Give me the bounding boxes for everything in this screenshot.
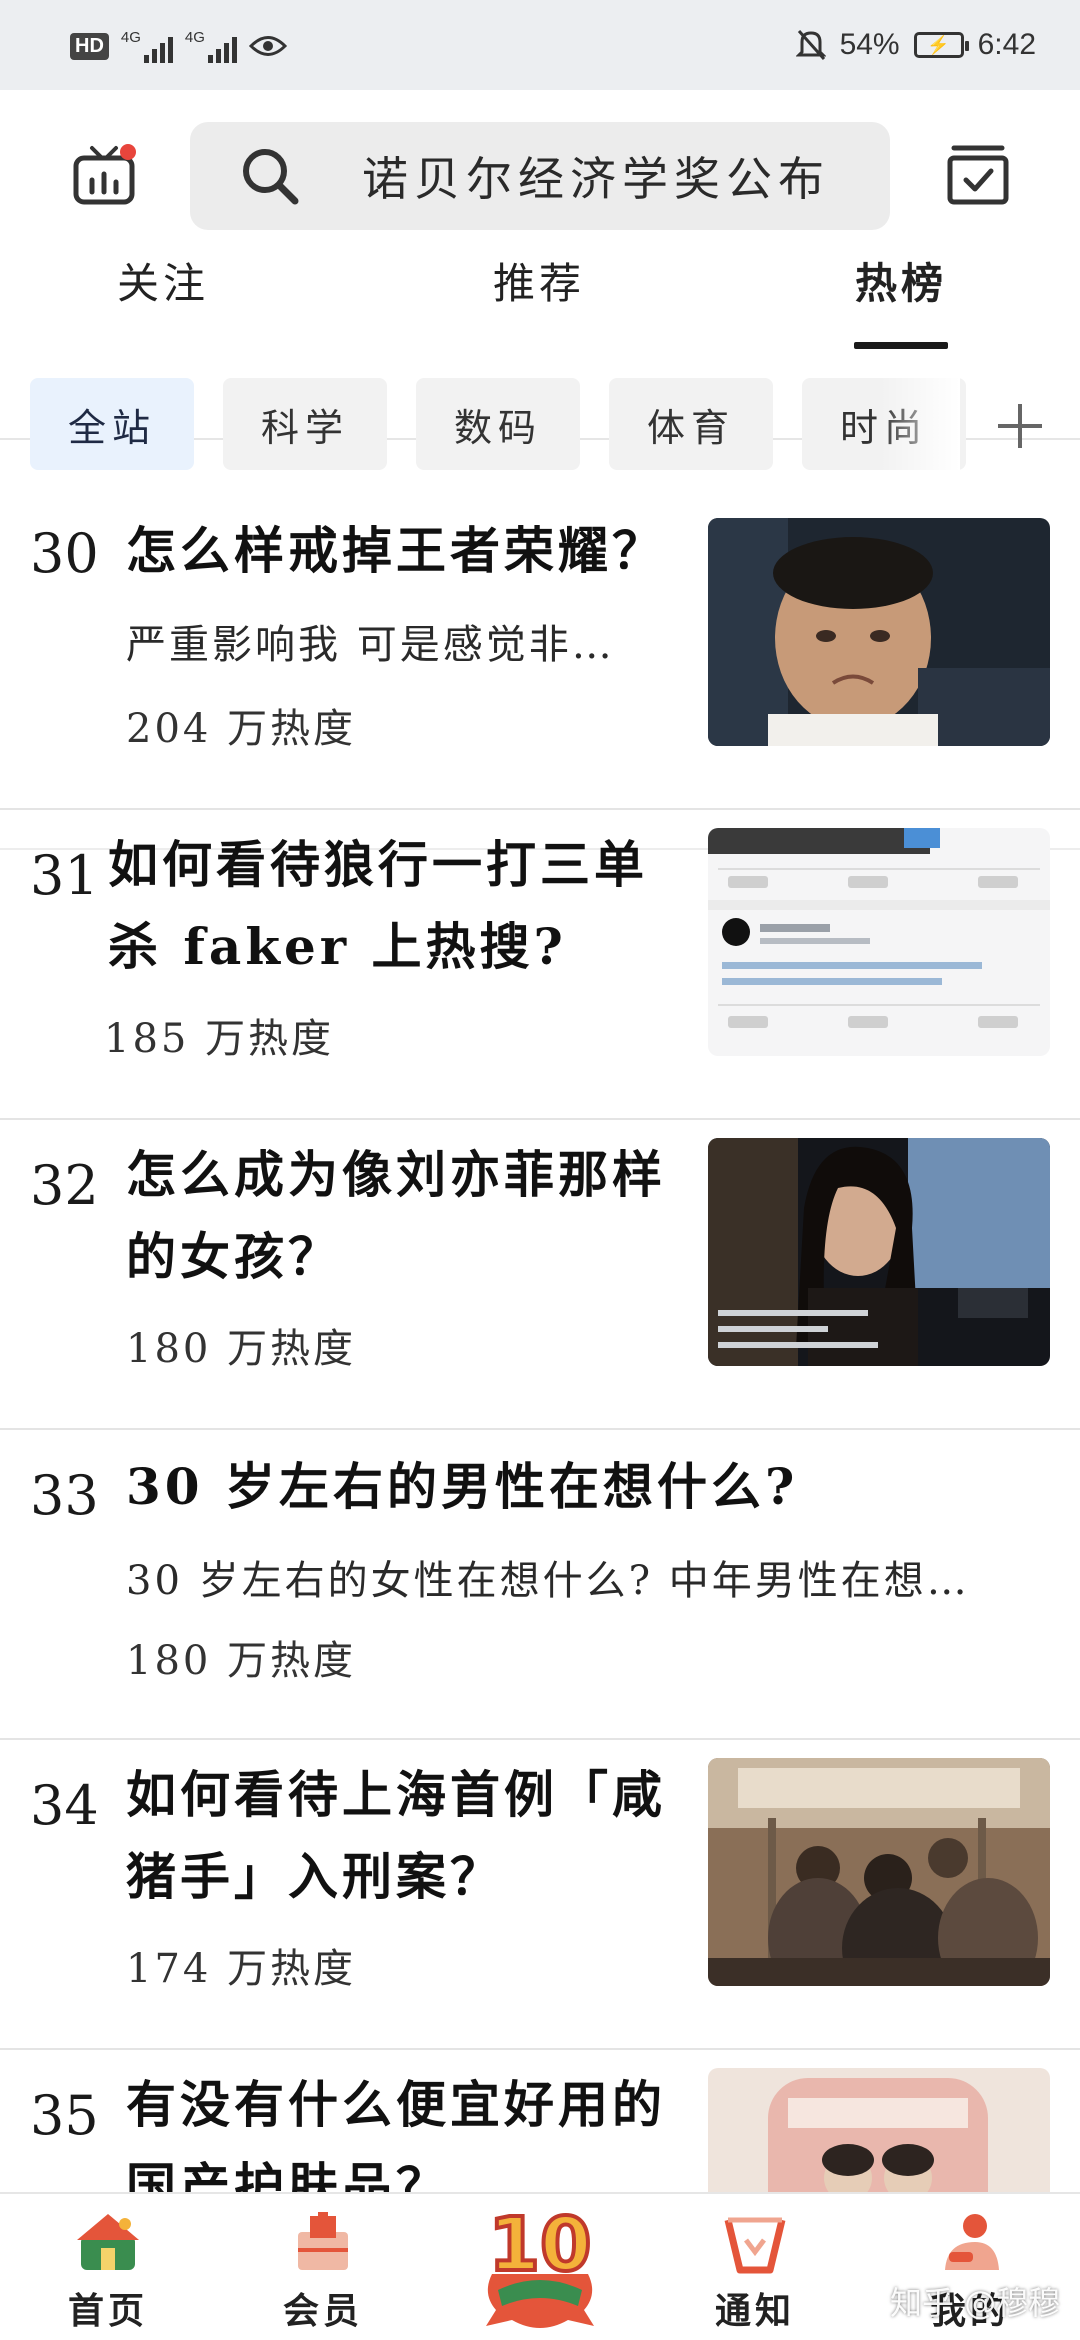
nav-notifications[interactable]: 通知	[695, 2206, 815, 2338]
thumbnail-image	[708, 1138, 1050, 1366]
battery-percent: 54%	[839, 28, 900, 61]
hot-list-item[interactable]: 31 如何看待狼行一打三单 杀 faker 上热搜? 185 万热度	[0, 810, 1080, 1120]
item-excerpt: 严重影响我 可是感觉非…	[126, 622, 615, 668]
tab-hot-list[interactable]: 热榜	[855, 250, 947, 311]
anniversary-number: 10	[489, 2202, 592, 2288]
item-title-line-1: 如何看待上海首例「咸	[126, 1765, 666, 1824]
status-left: HD 4G 4G	[70, 24, 287, 68]
profile-icon	[945, 2214, 999, 2270]
heat-value: 180 万热度	[126, 1326, 357, 1372]
rank-number: 32	[30, 1154, 99, 1217]
hot-list-item[interactable]: 32 怎么成为像刘亦菲那样 的女孩？ 180 万热度	[0, 1120, 1080, 1430]
hot-list-item[interactable]: 30 怎么样戒掉王者荣耀？ 严重影响我 可是感觉非… 204 万热度	[0, 500, 1080, 810]
thumbnail-image	[708, 518, 1050, 746]
tab-recommend[interactable]: 推荐	[493, 250, 585, 311]
item-excerpt: 30 岁左右的女性在想什么? 中年男性在想…	[126, 1558, 970, 1604]
chips-fade-overlay	[880, 350, 960, 500]
rank-number: 33	[30, 1464, 99, 1527]
live-tv-icon[interactable]	[72, 142, 136, 206]
bell-muted-icon	[795, 30, 826, 60]
heat-value: 180 万热度	[126, 1638, 357, 1684]
item-title-line-2: 杀 faker 上热搜?	[108, 917, 567, 976]
signal-icon: 4G	[121, 29, 173, 63]
nav-home[interactable]: 首页	[48, 2206, 168, 2338]
feed-tabs: 关注 推荐 热榜	[0, 250, 1080, 340]
active-tab-indicator	[854, 342, 948, 349]
search-placeholder: 诺贝尔经济学奖公布	[362, 152, 830, 206]
add-category-icon[interactable]	[996, 402, 1044, 450]
thumbnail-image	[708, 828, 1050, 1056]
tab-follow[interactable]: 关注	[117, 250, 209, 311]
status-bar: HD 4G 4G 54% ⚡ 6:42	[0, 0, 1080, 90]
heat-value: 174 万热度	[126, 1946, 357, 1992]
item-title-line-2: 猪手」入刑案？	[126, 1847, 504, 1906]
anniversary-badge-icon[interactable]: 10	[478, 2198, 602, 2336]
rank-number: 31	[30, 844, 99, 907]
rank-number: 35	[30, 2084, 99, 2147]
nav-label-notifications: 通知	[714, 2290, 795, 2332]
nav-label-home: 首页	[67, 2290, 148, 2332]
item-title-line-1: 如何看待狼行一打三单	[108, 835, 648, 894]
chip-all-site[interactable]: 全站	[30, 378, 194, 470]
item-title-line-1: 有没有什么便宜好用的	[126, 2075, 666, 2134]
chip-science[interactable]: 科学	[223, 378, 387, 470]
thumbnail-image	[708, 1758, 1050, 1986]
thumbnail-image	[708, 2068, 1050, 2192]
item-title: 怎么样戒掉王者荣耀？	[126, 521, 666, 580]
hot-list: 30 怎么样戒掉王者荣耀？ 严重影响我 可是感觉非… 204 万热度 31 如何…	[0, 500, 1080, 2192]
eye-icon	[248, 36, 287, 56]
hot-list-item[interactable]: 33 30 岁左右的男性在想什么? 30 岁左右的女性在想什么? 中年男性在想……	[0, 1430, 1080, 1740]
heat-value: 185 万热度	[104, 1016, 335, 1062]
hot-list-item[interactable]: 35 有没有什么便宜好用的 国产护肤品？	[0, 2050, 1080, 2192]
item-title-line-2: 的女孩？	[126, 1227, 342, 1286]
top-header: 诺贝尔经济学奖公布 关注 推荐 热榜	[0, 90, 1080, 440]
member-icon	[298, 2212, 348, 2270]
search-bar[interactable]: 诺贝尔经济学奖公布	[190, 122, 890, 230]
task-check-icon[interactable]	[946, 142, 1010, 206]
item-title-line-1: 怎么成为像刘亦菲那样	[126, 1145, 666, 1204]
status-right: 54% ⚡ 6:42	[795, 22, 1036, 68]
signal-icon-2: 4G	[185, 29, 237, 63]
nav-member[interactable]: 会员	[263, 2206, 383, 2338]
hd-badge: HD	[70, 32, 109, 60]
chip-sports[interactable]: 体育	[609, 378, 773, 470]
clock: 6:42	[977, 28, 1036, 61]
home-icon	[77, 2214, 139, 2270]
nav-label-member: 会员	[282, 2290, 363, 2332]
battery-icon: ⚡	[913, 32, 969, 58]
category-chips: 全站 科学 数码 体育 时尚	[0, 350, 1080, 850]
search-icon	[243, 149, 299, 205]
item-title: 30 岁左右的男性在想什么?	[126, 1457, 799, 1516]
rank-number: 34	[30, 1774, 99, 1837]
bell-icon	[724, 2217, 786, 2274]
watermark: 知乎 @穆穆	[890, 2284, 1061, 2322]
rank-number: 30	[30, 522, 99, 585]
hot-list-item[interactable]: 34 如何看待上海首例「咸 猪手」入刑案？ 174 万热度	[0, 1740, 1080, 2050]
item-title-line-2: 国产护肤品？	[126, 2157, 450, 2192]
heat-value: 204 万热度	[126, 706, 357, 752]
chip-digital[interactable]: 数码	[416, 378, 580, 470]
